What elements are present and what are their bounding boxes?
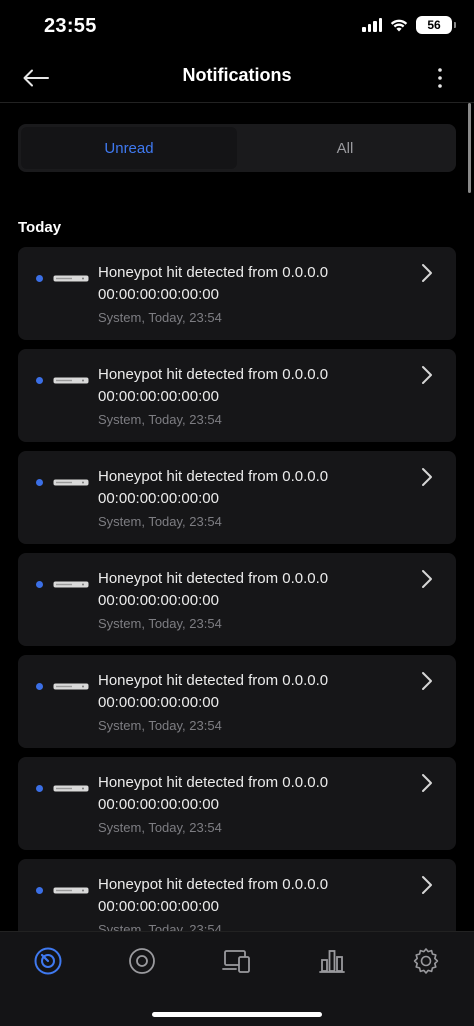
- cellular-signal-icon: [362, 18, 382, 32]
- notification-meta: System, Today, 23:54: [98, 718, 222, 733]
- scrollbar[interactable]: [468, 103, 471, 193]
- gateway-device-icon: [53, 683, 89, 690]
- gateway-device-icon: [53, 275, 89, 282]
- notification-item[interactable]: Honeypot hit detected from 0.0.0.0 00:00…: [18, 655, 456, 748]
- insights-icon: [319, 950, 345, 973]
- more-vertical-icon: [438, 68, 442, 88]
- status-time: 23:55: [44, 15, 97, 37]
- tab-clients[interactable]: [217, 945, 257, 977]
- notification-item[interactable]: Honeypot hit detected from 0.0.0.0 00:00…: [18, 247, 456, 340]
- tab-unread[interactable]: Unread: [21, 127, 237, 169]
- gateway-device-icon: [53, 785, 89, 792]
- unread-dot-icon: [36, 479, 43, 486]
- notification-item[interactable]: Honeypot hit detected from 0.0.0.0 00:00…: [18, 757, 456, 850]
- chevron-right-icon: [422, 264, 432, 282]
- notification-title: Honeypot hit detected from 0.0.0.0 00:00…: [98, 264, 329, 303]
- gateway-device-icon: [53, 479, 89, 486]
- clients-icon: [222, 950, 250, 973]
- gateway-device-icon: [53, 377, 89, 384]
- chevron-right-icon: [422, 570, 432, 588]
- devices-icon: [129, 948, 155, 974]
- nav-bar: Notifications: [0, 54, 474, 103]
- notification-title: Honeypot hit detected from 0.0.0.0 00:00…: [98, 876, 329, 915]
- unread-dot-icon: [36, 785, 43, 792]
- tab-settings[interactable]: [406, 945, 446, 977]
- tab-all[interactable]: All: [237, 127, 453, 169]
- page-title: Notifications: [182, 65, 292, 85]
- status-icons: 56: [362, 16, 456, 34]
- settings-icon: [413, 948, 439, 974]
- notification-title: Honeypot hit detected from 0.0.0.0 00:00…: [98, 366, 329, 405]
- unread-dot-icon: [36, 887, 43, 894]
- notification-item[interactable]: Honeypot hit detected from 0.0.0.0 00:00…: [18, 349, 456, 442]
- tab-dashboard[interactable]: [28, 945, 68, 977]
- notification-item[interactable]: Honeypot hit detected from 0.0.0.0 00:00…: [18, 553, 456, 646]
- chevron-right-icon: [422, 876, 432, 894]
- chevron-right-icon: [422, 774, 432, 792]
- notification-title: Honeypot hit detected from 0.0.0.0 00:00…: [98, 672, 329, 711]
- unread-dot-icon: [36, 377, 43, 384]
- more-options-button[interactable]: [430, 64, 450, 92]
- wifi-icon: [390, 19, 408, 32]
- filter-segmented-control: Unread All: [18, 124, 456, 172]
- chevron-right-icon: [422, 672, 432, 690]
- home-indicator: [152, 1012, 322, 1017]
- notification-meta: System, Today, 23:54: [98, 616, 222, 631]
- unread-dot-icon: [36, 581, 43, 588]
- unread-dot-icon: [36, 683, 43, 690]
- gateway-device-icon: [53, 887, 89, 894]
- notification-title: Honeypot hit detected from 0.0.0.0 00:00…: [98, 774, 329, 813]
- gateway-device-icon: [53, 581, 89, 588]
- dashboard-icon: [34, 947, 62, 975]
- notification-title: Honeypot hit detected from 0.0.0.0 00:00…: [98, 570, 329, 609]
- chevron-right-icon: [422, 468, 432, 486]
- chevron-right-icon: [422, 366, 432, 384]
- unread-dot-icon: [36, 275, 43, 282]
- notification-meta: System, Today, 23:54: [98, 820, 222, 835]
- notification-meta: System, Today, 23:54: [98, 514, 222, 529]
- bottom-tab-bar: [0, 931, 474, 1026]
- battery-icon: 56: [416, 16, 456, 34]
- notification-meta: System, Today, 23:54: [98, 310, 222, 325]
- tab-devices[interactable]: [122, 945, 162, 977]
- status-bar: 23:55 56: [0, 0, 474, 54]
- notification-list: Honeypot hit detected from 0.0.0.0 00:00…: [18, 247, 456, 961]
- tab-insights[interactable]: [312, 945, 352, 977]
- notification-meta: System, Today, 23:54: [98, 412, 222, 427]
- notification-item[interactable]: Honeypot hit detected from 0.0.0.0 00:00…: [18, 451, 456, 544]
- notification-title: Honeypot hit detected from 0.0.0.0 00:00…: [98, 468, 329, 507]
- section-header-today: Today: [18, 219, 62, 236]
